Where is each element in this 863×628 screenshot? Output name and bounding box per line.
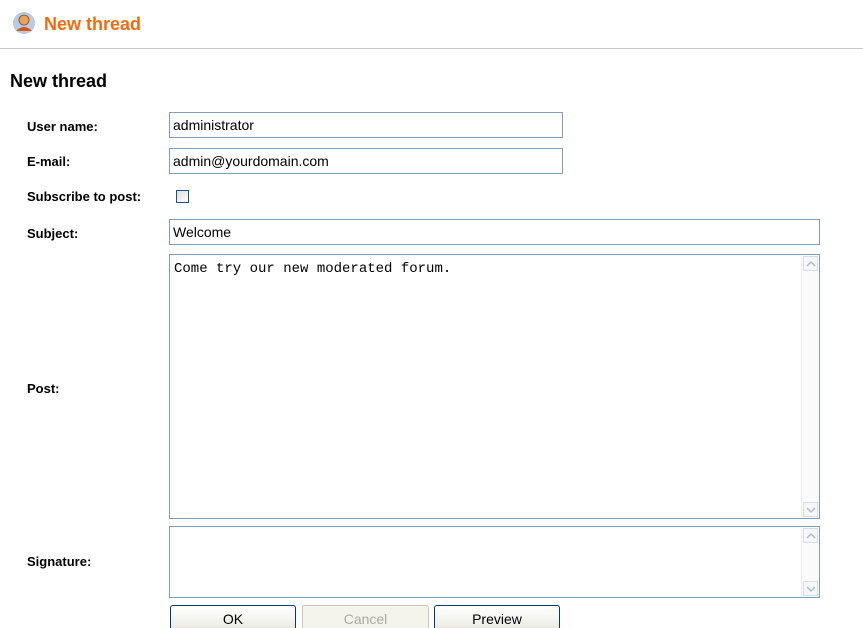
signature-textarea[interactable] bbox=[169, 526, 820, 598]
subject-label: Subject: bbox=[27, 226, 79, 241]
subject-input[interactable]: Welcome bbox=[169, 219, 820, 245]
header-title: New thread bbox=[44, 14, 142, 34]
scroll-down-button[interactable] bbox=[803, 502, 818, 517]
user-name-input[interactable]: administrator bbox=[169, 112, 563, 138]
scroll-up-button[interactable] bbox=[803, 528, 818, 543]
post-scrollbar[interactable] bbox=[801, 255, 819, 518]
preview-button[interactable]: Preview bbox=[434, 605, 560, 628]
page-header: New thread bbox=[0, 0, 863, 49]
post-text: Come try our new moderated forum. bbox=[174, 261, 452, 277]
subscribe-checkbox[interactable] bbox=[176, 190, 189, 203]
post-label: Post: bbox=[27, 381, 60, 396]
email-label: E-mail: bbox=[27, 154, 71, 169]
chevron-up-icon bbox=[806, 261, 816, 267]
signature-label: Signature: bbox=[27, 554, 92, 569]
subscribe-label: Subscribe to post: bbox=[27, 189, 142, 204]
new-thread-page: New thread New thread User name: adminis… bbox=[0, 0, 863, 628]
chevron-down-icon bbox=[806, 586, 816, 592]
chevron-up-icon bbox=[806, 533, 816, 539]
scroll-up-button[interactable] bbox=[803, 256, 818, 271]
user-icon bbox=[13, 12, 35, 34]
chevron-down-icon bbox=[806, 507, 816, 513]
ok-button[interactable]: OK bbox=[170, 605, 296, 628]
cancel-button[interactable]: Cancel bbox=[302, 605, 429, 628]
section-title: New thread bbox=[10, 71, 108, 91]
signature-scrollbar[interactable] bbox=[801, 527, 819, 597]
email-input[interactable]: admin@yourdomain.com bbox=[169, 148, 563, 174]
user-name-label: User name: bbox=[27, 119, 98, 134]
scroll-down-button[interactable] bbox=[803, 581, 818, 596]
post-textarea[interactable]: Come try our new moderated forum. bbox=[169, 254, 820, 519]
